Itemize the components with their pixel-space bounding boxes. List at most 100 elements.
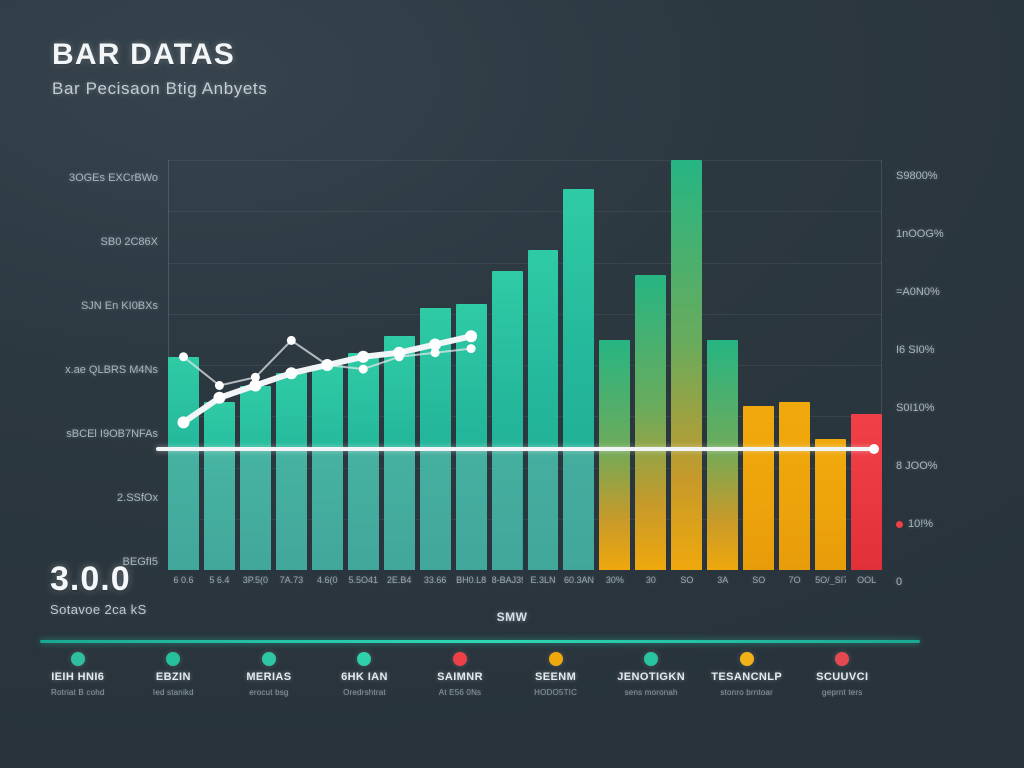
x-axis-tick: SO xyxy=(680,575,694,585)
y-axis-left: 3OGEs EXCrBWo SB0 2C86X SJN En KI0BXs x.ae … xyxy=(40,160,158,570)
line-marker[interactable] xyxy=(213,391,226,404)
line-marker[interactable] xyxy=(429,338,442,351)
legend-item[interactable]: 6HK IAN Oredrshtrat xyxy=(317,652,413,697)
y-axis-right-tick: 1nOOG% xyxy=(896,228,944,240)
legend-dot-icon xyxy=(739,652,754,666)
x-axis-tick: 60.3AN xyxy=(563,575,594,585)
line-marker[interactable] xyxy=(178,352,188,362)
x-axis-tick: 5.5O41 xyxy=(348,575,378,585)
legend-item[interactable]: MERIAS erocut bsg xyxy=(221,652,317,697)
x-axis-tick: 7A.73 xyxy=(279,575,304,585)
line-series-trend-thick xyxy=(180,333,475,426)
y-axis-right-tick: S9800% xyxy=(896,170,938,182)
legend-item[interactable]: JENOTIGKN sens moronah xyxy=(603,652,699,697)
y-axis-right-tick: 8 JOO% xyxy=(896,460,938,472)
line-marker[interactable] xyxy=(357,350,370,363)
line-marker[interactable] xyxy=(358,364,368,374)
line-marker[interactable] xyxy=(249,379,262,392)
x-axis-tick: 6 0.6 xyxy=(173,575,194,585)
y-axis-left-tick: SB0 2C86X xyxy=(100,236,158,248)
legend-label: MERIAS xyxy=(246,671,292,683)
legend-label: EBZIN xyxy=(155,671,191,683)
legend-sublabel: sens moronah xyxy=(624,688,678,697)
x-axis-tick: BH0.L8 xyxy=(456,575,487,585)
y-axis-left-tick: 3OGEs EXCrBWo xyxy=(68,172,158,184)
legend-sublabel: Oredrshtrat xyxy=(343,688,386,697)
page-title: BAR DATAS xyxy=(52,38,236,71)
line-marker[interactable] xyxy=(465,330,478,343)
legend-dot-icon xyxy=(261,652,276,666)
x-axis-labels: 6 0.6 5 6.4 3P.5(0 7A.73 4.6(0 5.5O41 2E.B4 33.… xyxy=(168,575,882,585)
legend-dot-icon xyxy=(357,652,372,666)
x-axis-tick: 33.66 xyxy=(423,575,447,585)
x-axis-tick: 30% xyxy=(605,575,624,585)
x-axis-tick: 3P.5(0 xyxy=(242,575,269,585)
chart-header: BAR DATAS Bar Pecisaon Btig Anbyets xyxy=(52,38,267,99)
y-axis-right-tick: S0I10% xyxy=(896,402,935,414)
line-marker[interactable] xyxy=(393,346,406,359)
line-marker[interactable] xyxy=(177,416,190,429)
legend-item[interactable]: IEIH HNI6 Rotriat B cohd xyxy=(30,652,126,697)
line-series-overlay xyxy=(177,330,478,429)
x-axis-tick: 4.6(0 xyxy=(317,575,338,585)
x-axis-tick: OOL xyxy=(857,575,877,585)
line-marker[interactable] xyxy=(466,344,476,354)
y-axis-left-tick: sBCEl I9OB7NFAs xyxy=(66,428,158,440)
legend-sublabel: erocut bsg xyxy=(249,688,289,697)
y-axis-right: S9800% 1nOOG% =A0N0% I6 SI0% S0I10% 8 JOO% 10!… xyxy=(896,160,1016,590)
summary-value-block: 3.0.0 Sotavoe 2ca kS xyxy=(50,560,147,617)
legend-label: 6HK IAN xyxy=(341,671,388,683)
x-axis-tick: 30 xyxy=(645,575,656,585)
summary-value: 3.0.0 xyxy=(50,560,131,598)
legend-item[interactable]: EBZIN Ied stanikd xyxy=(126,652,222,697)
x-axis-tick: 8-BAJ39 xyxy=(491,575,523,585)
legend-label: SAIMNR xyxy=(437,671,483,683)
line-marker[interactable] xyxy=(321,359,334,371)
legend-label: TESANCNLP xyxy=(711,671,783,683)
legend-label: SCUUVCI xyxy=(816,671,869,683)
x-axis-tick: 5 6.4 xyxy=(209,575,230,585)
y-axis-right-tick: 10!% xyxy=(896,518,933,530)
page-subtitle: Bar Pecisaon Btig Anbyets xyxy=(52,79,268,98)
y-axis-right-tick: I6 SI0% xyxy=(896,344,935,356)
x-axis-tick: E.3LN xyxy=(530,575,556,585)
legend-sublabel: stonro brntoar xyxy=(720,688,774,697)
legend-dot-icon xyxy=(548,652,563,666)
legend-divider xyxy=(40,640,920,643)
legend-sublabel: Ied stanikd xyxy=(152,688,194,697)
x-axis-tick: 2E.B4 xyxy=(386,575,412,585)
summary-caption: Sotavoe 2ca kS xyxy=(50,602,147,617)
y-axis-right-tick: =A0N0% xyxy=(896,286,940,298)
x-axis-tick: 5O/_SI7 xyxy=(815,575,847,585)
x-axis-tick: SO xyxy=(752,575,766,585)
legend-label: SEENM xyxy=(535,671,577,683)
line-marker[interactable] xyxy=(285,367,298,380)
legend-dot-icon xyxy=(453,652,468,666)
threshold-endpoint-dot xyxy=(869,444,879,454)
legend-dot-icon xyxy=(835,652,850,666)
x-axis-tick: 3A xyxy=(717,575,729,585)
legend-item[interactable]: SCUUVCI geprnt ters xyxy=(795,652,891,697)
legend-label: IEIH HNI6 xyxy=(51,671,105,683)
legend-dot-icon xyxy=(166,652,181,666)
y-axis-left-tick: x.ae QLBRS M4Ns xyxy=(65,364,158,376)
y-axis-left-tick: SJN En KI0BXs xyxy=(80,300,158,312)
legend-sublabel: At E56 0Ns xyxy=(438,688,482,697)
legend-item[interactable]: SAIMNR At E56 0Ns xyxy=(412,652,508,697)
threshold-line xyxy=(156,444,879,454)
plot-area xyxy=(156,160,883,570)
x-axis-tick: 7O xyxy=(788,575,801,585)
legend-dot-icon xyxy=(70,652,85,666)
legend-dot-icon xyxy=(644,652,659,666)
legend-sublabel: HODO5TIC xyxy=(534,688,578,697)
legend-item[interactable]: SEENM HODO5TIC xyxy=(508,652,604,697)
legend-item[interactable]: TESANCNLP stonro brntoar xyxy=(699,652,795,697)
line-marker[interactable] xyxy=(214,381,224,390)
y-axis-right-tick: 0 xyxy=(896,576,903,588)
legend-label: JENOTIGKN xyxy=(617,671,686,683)
legend-sublabel: Rotriat B cohd xyxy=(51,688,105,697)
axis-marker-dot-icon xyxy=(896,520,903,528)
legend-sublabel: geprnt ters xyxy=(822,688,863,697)
y-axis-left-tick: 2.SSfOx xyxy=(117,492,158,504)
line-marker[interactable] xyxy=(286,335,296,345)
